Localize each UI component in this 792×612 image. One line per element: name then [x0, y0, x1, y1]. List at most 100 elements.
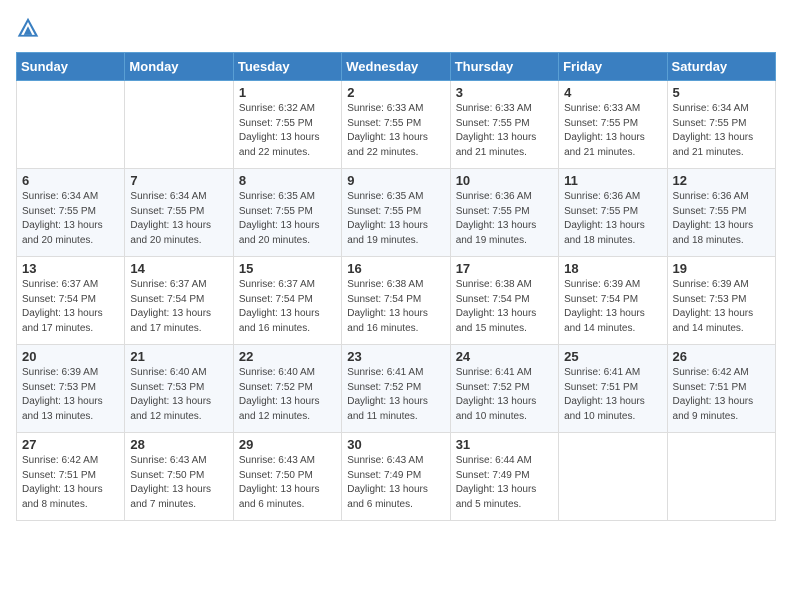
calendar-day-cell: 10 Sunrise: 6:36 AM Sunset: 7:55 PM Dayli… — [450, 169, 558, 257]
calendar-day-cell: 16 Sunrise: 6:38 AM Sunset: 7:54 PM Dayli… — [342, 257, 450, 345]
day-number: 15 — [239, 261, 336, 276]
logo — [16, 16, 44, 40]
day-info: Sunrise: 6:37 AM Sunset: 7:54 PM Dayligh… — [130, 278, 227, 336]
calendar-day-cell: 14 Sunrise: 6:37 AM Sunset: 7:54 PM Dayli… — [125, 257, 233, 345]
day-info: Sunrise: 6:41 AM Sunset: 7:52 PM Dayligh… — [347, 366, 444, 424]
day-number: 8 — [239, 173, 336, 188]
calendar-day-cell: 18Sunrise: 6:39 AM Sunset: 7:54 PM Dayli… — [559, 257, 667, 345]
weekday-header-row: SundayMondayTuesdayWednesdayThursdayFrid… — [17, 53, 776, 81]
day-number: 10 — [456, 173, 553, 188]
calendar-week-row: 13 Sunrise: 6:37 AM Sunset: 7:54 PM Dayli… — [17, 257, 776, 345]
day-info: Sunrise: 6:36 AM Sunset: 7:55 PM Dayligh… — [673, 190, 770, 248]
calendar-day-cell: 20 Sunrise: 6:39 AM Sunset: 7:53 PM Dayli… — [17, 345, 125, 433]
weekday-header-cell: Tuesday — [233, 53, 341, 81]
day-number: 14 — [130, 261, 227, 276]
day-number: 12 — [673, 173, 770, 188]
day-info: Sunrise: 6:40 AM Sunset: 7:52 PM Dayligh… — [239, 366, 336, 424]
weekday-header-cell: Sunday — [17, 53, 125, 81]
day-info: Sunrise: 6:33 AM Sunset: 7:55 PM Dayligh… — [564, 102, 661, 160]
calendar-day-cell: 17 Sunrise: 6:38 AM Sunset: 7:54 PM Dayli… — [450, 257, 558, 345]
weekday-header-cell: Saturday — [667, 53, 775, 81]
day-info: Sunrise: 6:35 AM Sunset: 7:55 PM Dayligh… — [239, 190, 336, 248]
day-info: Sunrise: 6:43 AM Sunset: 7:49 PM Dayligh… — [347, 454, 444, 512]
calendar-day-cell: 2 Sunrise: 6:33 AM Sunset: 7:55 PM Daylig… — [342, 81, 450, 169]
day-info: Sunrise: 6:33 AM Sunset: 7:55 PM Dayligh… — [347, 102, 444, 160]
calendar-day-cell: 23 Sunrise: 6:41 AM Sunset: 7:52 PM Dayli… — [342, 345, 450, 433]
day-number: 18 — [564, 261, 661, 276]
calendar-day-cell: 30 Sunrise: 6:43 AM Sunset: 7:49 PM Dayli… — [342, 433, 450, 521]
day-info: Sunrise: 6:36 AM Sunset: 7:55 PM Dayligh… — [564, 190, 661, 248]
day-number: 1 — [239, 85, 336, 100]
calendar-day-cell: 11 Sunrise: 6:36 AM Sunset: 7:55 PM Dayli… — [559, 169, 667, 257]
calendar-day-cell: 5 Sunrise: 6:34 AM Sunset: 7:55 PM Daylig… — [667, 81, 775, 169]
day-info: Sunrise: 6:36 AM Sunset: 7:55 PM Dayligh… — [456, 190, 553, 248]
day-number: 7 — [130, 173, 227, 188]
day-info: Sunrise: 6:40 AM Sunset: 7:53 PM Dayligh… — [130, 366, 227, 424]
day-info: Sunrise: 6:34 AM Sunset: 7:55 PM Dayligh… — [130, 190, 227, 248]
day-number: 31 — [456, 437, 553, 452]
day-info: Sunrise: 6:37 AM Sunset: 7:54 PM Dayligh… — [239, 278, 336, 336]
day-info: Sunrise: 6:37 AM Sunset: 7:54 PM Dayligh… — [22, 278, 119, 336]
day-number: 5 — [673, 85, 770, 100]
day-info: Sunrise: 6:34 AM Sunset: 7:55 PM Dayligh… — [673, 102, 770, 160]
day-info: Sunrise: 6:44 AM Sunset: 7:49 PM Dayligh… — [456, 454, 553, 512]
calendar-week-row: 1 Sunrise: 6:32 AM Sunset: 7:55 PM Daylig… — [17, 81, 776, 169]
calendar-day-cell: 6 Sunrise: 6:34 AM Sunset: 7:55 PM Daylig… — [17, 169, 125, 257]
day-number: 25 — [564, 349, 661, 364]
calendar-day-cell: 7 Sunrise: 6:34 AM Sunset: 7:55 PM Daylig… — [125, 169, 233, 257]
day-info: Sunrise: 6:42 AM Sunset: 7:51 PM Dayligh… — [673, 366, 770, 424]
calendar-week-row: 6 Sunrise: 6:34 AM Sunset: 7:55 PM Daylig… — [17, 169, 776, 257]
weekday-header-cell: Wednesday — [342, 53, 450, 81]
day-number: 21 — [130, 349, 227, 364]
day-number: 22 — [239, 349, 336, 364]
calendar-day-cell: 12 Sunrise: 6:36 AM Sunset: 7:55 PM Dayli… — [667, 169, 775, 257]
day-number: 17 — [456, 261, 553, 276]
calendar-day-cell: 28 Sunrise: 6:43 AM Sunset: 7:50 PM Dayli… — [125, 433, 233, 521]
day-number: 6 — [22, 173, 119, 188]
weekday-header-cell: Thursday — [450, 53, 558, 81]
calendar-day-cell — [17, 81, 125, 169]
calendar-day-cell — [559, 433, 667, 521]
day-number: 20 — [22, 349, 119, 364]
calendar-day-cell: 31 Sunrise: 6:44 AM Sunset: 7:49 PM Dayli… — [450, 433, 558, 521]
calendar-day-cell — [125, 81, 233, 169]
day-info: Sunrise: 6:32 AM Sunset: 7:55 PM Dayligh… — [239, 102, 336, 160]
day-info: Sunrise: 6:39 AM Sunset: 7:53 PM Dayligh… — [22, 366, 119, 424]
day-number: 9 — [347, 173, 444, 188]
calendar-day-cell: 8 Sunrise: 6:35 AM Sunset: 7:55 PM Daylig… — [233, 169, 341, 257]
day-info: Sunrise: 6:38 AM Sunset: 7:54 PM Dayligh… — [347, 278, 444, 336]
weekday-header-cell: Monday — [125, 53, 233, 81]
day-info: Sunrise: 6:41 AM Sunset: 7:51 PM Dayligh… — [564, 366, 661, 424]
day-info: Sunrise: 6:34 AM Sunset: 7:55 PM Dayligh… — [22, 190, 119, 248]
day-number: 13 — [22, 261, 119, 276]
day-info: Sunrise: 6:43 AM Sunset: 7:50 PM Dayligh… — [239, 454, 336, 512]
calendar-day-cell: 29 Sunrise: 6:43 AM Sunset: 7:50 PM Dayli… — [233, 433, 341, 521]
day-info: Sunrise: 6:38 AM Sunset: 7:54 PM Dayligh… — [456, 278, 553, 336]
day-number: 24 — [456, 349, 553, 364]
day-number: 4 — [564, 85, 661, 100]
calendar-week-row: 20 Sunrise: 6:39 AM Sunset: 7:53 PM Dayli… — [17, 345, 776, 433]
day-number: 28 — [130, 437, 227, 452]
day-number: 11 — [564, 173, 661, 188]
weekday-header-cell: Friday — [559, 53, 667, 81]
day-info: Sunrise: 6:42 AM Sunset: 7:51 PM Dayligh… — [22, 454, 119, 512]
day-number: 3 — [456, 85, 553, 100]
calendar-day-cell: 13 Sunrise: 6:37 AM Sunset: 7:54 PM Dayli… — [17, 257, 125, 345]
day-number: 26 — [673, 349, 770, 364]
page-header — [16, 16, 776, 40]
day-number: 2 — [347, 85, 444, 100]
day-number: 23 — [347, 349, 444, 364]
day-number: 29 — [239, 437, 336, 452]
calendar-day-cell: 22 Sunrise: 6:40 AM Sunset: 7:52 PM Dayli… — [233, 345, 341, 433]
calendar-week-row: 27Sunrise: 6:42 AM Sunset: 7:51 PM Dayli… — [17, 433, 776, 521]
logo-icon — [16, 16, 40, 40]
day-number: 16 — [347, 261, 444, 276]
calendar-day-cell: 26 Sunrise: 6:42 AM Sunset: 7:51 PM Dayli… — [667, 345, 775, 433]
calendar-day-cell: 24Sunrise: 6:41 AM Sunset: 7:52 PM Dayli… — [450, 345, 558, 433]
day-info: Sunrise: 6:43 AM Sunset: 7:50 PM Dayligh… — [130, 454, 227, 512]
calendar-table: SundayMondayTuesdayWednesdayThursdayFrid… — [16, 52, 776, 521]
day-number: 30 — [347, 437, 444, 452]
day-info: Sunrise: 6:33 AM Sunset: 7:55 PM Dayligh… — [456, 102, 553, 160]
calendar-day-cell — [667, 433, 775, 521]
calendar-day-cell: 19Sunrise: 6:39 AM Sunset: 7:53 PM Dayli… — [667, 257, 775, 345]
